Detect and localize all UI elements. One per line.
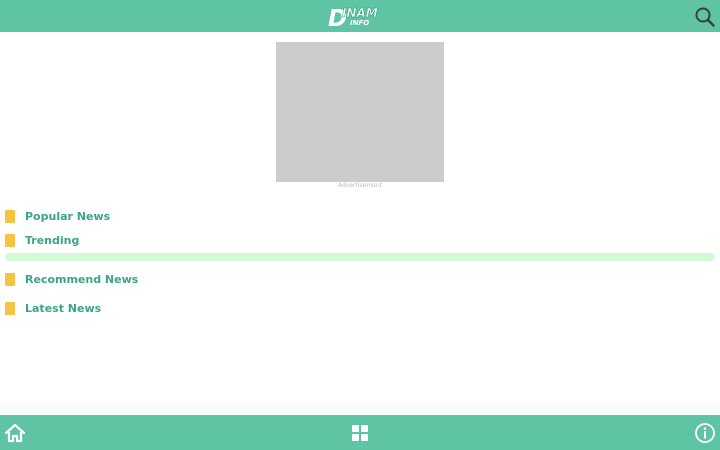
grid-icon (352, 425, 368, 441)
nav-info-button[interactable] (694, 422, 716, 444)
advertisement-label: Advertisement (337, 182, 383, 189)
bottom-nav-shadow (0, 405, 720, 415)
advertisement-slot[interactable] (276, 42, 444, 182)
section-label: Popular News (25, 210, 111, 223)
section-label: Trending (25, 234, 80, 247)
top-app-bar: D INAM INFO (0, 0, 720, 32)
nav-home-button[interactable] (4, 422, 26, 444)
section-marker (5, 273, 15, 286)
home-icon (4, 423, 26, 443)
section-label: Latest News (25, 302, 102, 315)
bottom-navigation (0, 415, 720, 450)
section-marker (5, 302, 15, 315)
search-button[interactable] (694, 6, 716, 28)
section-latest-news[interactable]: Latest News (5, 301, 305, 315)
section-marker (5, 234, 15, 247)
nav-categories-button[interactable] (349, 422, 371, 444)
section-marker (5, 210, 15, 223)
trending-loading-placeholder (5, 253, 715, 261)
dinam-info-logo[interactable]: D INAM INFO (327, 5, 393, 27)
section-recommend-news[interactable]: Recommend News (5, 272, 305, 286)
info-icon (695, 423, 715, 443)
svg-text:INAM: INAM (342, 6, 378, 20)
section-popular-news[interactable]: Popular News (5, 209, 305, 223)
svg-text:INFO: INFO (350, 19, 369, 27)
section-label: Recommend News (25, 273, 139, 286)
section-trending[interactable]: Trending (5, 233, 305, 247)
search-icon (695, 7, 715, 27)
